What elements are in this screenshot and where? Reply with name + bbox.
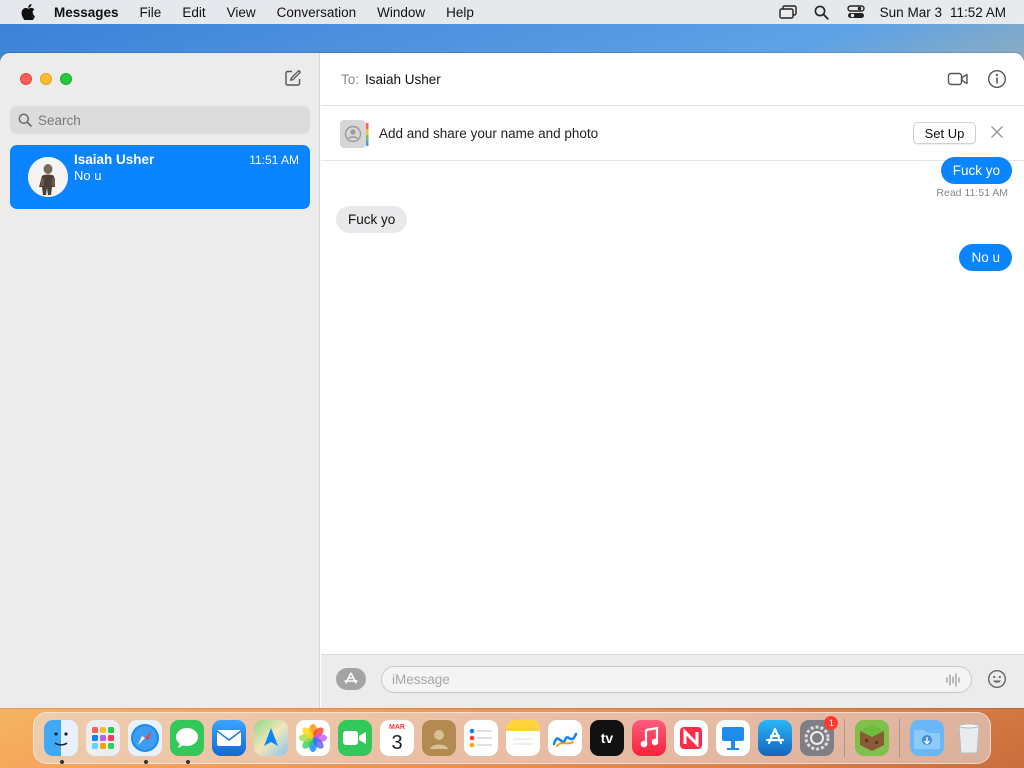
menu-edit[interactable]: Edit: [182, 5, 205, 20]
menubar-time[interactable]: 11:52 AM: [950, 5, 1006, 20]
calendar-month: MAR: [389, 723, 405, 731]
audio-waveform-icon[interactable]: [945, 672, 961, 688]
menu-help[interactable]: Help: [446, 5, 474, 20]
maps-icon[interactable]: [253, 720, 289, 756]
app-store-icon[interactable]: [757, 720, 793, 756]
search-input[interactable]: [38, 112, 298, 128]
control-center-icon[interactable]: [846, 4, 866, 20]
close-window-button[interactable]: [20, 73, 32, 85]
setup-button[interactable]: Set Up: [913, 122, 976, 144]
recipient-name[interactable]: Isaiah Usher: [365, 72, 441, 87]
message-field[interactable]: [381, 666, 972, 693]
banner-text: Add and share your name and photo: [379, 126, 599, 141]
conversation-header: To: Isaiah Usher: [321, 53, 1024, 106]
read-receipt: Read 11:51 AM: [936, 187, 1008, 199]
message-bubble-incoming[interactable]: Fuck yo: [336, 206, 408, 233]
launchpad-icon[interactable]: [85, 720, 121, 756]
safari-icon[interactable]: [127, 720, 163, 764]
avatar: [28, 157, 68, 197]
composer-bar: [321, 654, 1024, 708]
conversation-name: Isaiah Usher: [74, 152, 155, 167]
dock-divider: [844, 719, 845, 757]
apple-tv-icon[interactable]: tv: [589, 720, 625, 756]
compose-icon[interactable]: [284, 69, 302, 87]
tv-label: tv: [600, 730, 614, 746]
screen-mirroring-icon[interactable]: [778, 4, 798, 20]
menu-bar: Messages File Edit View Conversation Win…: [0, 0, 1024, 24]
facetime-icon[interactable]: [337, 720, 373, 756]
keynote-icon[interactable]: [715, 720, 751, 756]
menu-conversation[interactable]: Conversation: [277, 5, 357, 20]
mail-icon[interactable]: [211, 720, 247, 756]
share-name-banner: Add and share your name and photo Set Up: [321, 106, 1024, 161]
running-indicator: [59, 760, 64, 764]
facetime-video-icon[interactable]: [947, 69, 969, 89]
message-bubble-outgoing[interactable]: Fuck yo: [940, 157, 1012, 184]
trash-icon[interactable]: [952, 720, 987, 756]
notification-badge: 1: [824, 716, 839, 730]
zoom-window-button[interactable]: [60, 73, 72, 85]
window-controls: [20, 73, 80, 85]
music-icon[interactable]: [631, 720, 667, 756]
contact-card-icon: [339, 119, 369, 149]
search-icon: [18, 113, 32, 127]
emoji-icon[interactable]: [987, 669, 1007, 689]
news-icon[interactable]: [673, 720, 709, 756]
menubar-date[interactable]: Sun Mar 3: [880, 5, 942, 20]
close-icon[interactable]: [989, 124, 1005, 140]
messages-app-icon[interactable]: [169, 720, 205, 764]
sidebar: Isaiah Usher No u 11:51 AM: [0, 53, 320, 708]
photos-icon[interactable]: [295, 720, 331, 756]
conversation-time: 11:51 AM: [249, 153, 299, 167]
minecraft-icon[interactable]: [854, 720, 890, 756]
reminders-icon[interactable]: [463, 720, 499, 756]
menu-window[interactable]: Window: [377, 5, 425, 20]
spotlight-search-icon[interactable]: [812, 4, 832, 20]
menu-file[interactable]: File: [140, 5, 162, 20]
running-indicator: [143, 760, 148, 764]
minimize-window-button[interactable]: [40, 73, 52, 85]
calendar-icon[interactable]: MAR 3: [379, 720, 415, 756]
finder-icon[interactable]: [43, 720, 79, 764]
dock-divider: [898, 719, 900, 757]
apple-menu-icon[interactable]: [18, 4, 38, 20]
menu-app-name[interactable]: Messages: [54, 5, 119, 20]
info-icon[interactable]: [987, 69, 1007, 89]
downloads-folder-icon[interactable]: [909, 720, 945, 756]
system-settings-icon[interactable]: 1: [799, 716, 839, 756]
conversation-preview: No u: [74, 168, 102, 183]
conversation-item[interactable]: Isaiah Usher No u 11:51 AM: [10, 145, 310, 209]
freeform-icon[interactable]: [547, 720, 583, 756]
message-bubble-outgoing[interactable]: No u: [959, 244, 1012, 271]
message-input[interactable]: [392, 672, 932, 687]
messages-window: Isaiah Usher No u 11:51 AM To: Isaiah Us…: [0, 53, 1024, 708]
dock: MAR 3 tv 1: [33, 712, 991, 764]
running-indicator: [185, 760, 190, 764]
notes-icon[interactable]: [505, 720, 541, 756]
app-store-apps-icon[interactable]: [336, 668, 366, 690]
menu-view[interactable]: View: [227, 5, 256, 20]
contacts-icon[interactable]: [421, 720, 457, 756]
calendar-day: 3: [391, 731, 403, 754]
to-label: To:: [341, 72, 360, 87]
search-field[interactable]: [10, 106, 310, 134]
conversation-pane: To: Isaiah Usher Add and share your name…: [321, 53, 1024, 708]
